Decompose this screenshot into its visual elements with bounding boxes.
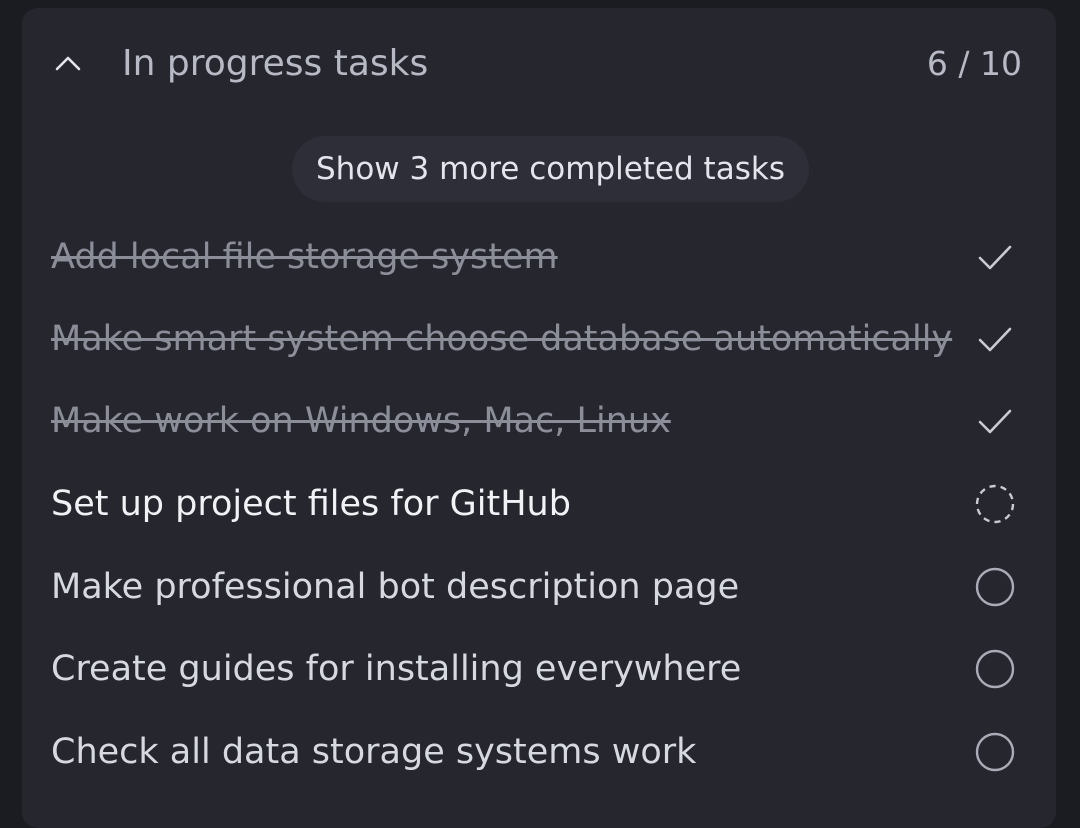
empty-circle-icon[interactable] [974, 731, 1016, 773]
empty-circle-icon[interactable] [974, 566, 1016, 608]
dashed-circle-icon[interactable] [974, 483, 1016, 525]
task-item[interactable]: Create guides for installing everywhere [22, 634, 1056, 704]
task-label: Set up project files for GitHub [51, 484, 571, 524]
task-item[interactable]: Make work on Windows, Mac, Linux [22, 386, 1056, 456]
task-item[interactable]: Make professional bot description page [22, 552, 1056, 622]
check-icon[interactable] [974, 400, 1016, 442]
task-label: Create guides for installing everywhere [51, 649, 742, 689]
task-item[interactable]: Make smart system choose database automa… [22, 304, 1056, 374]
check-icon[interactable] [974, 318, 1016, 360]
tasks-header[interactable]: In progress tasks 6 / 10 [22, 8, 1056, 120]
show-more-completed-button[interactable]: Show 3 more completed tasks [292, 136, 809, 202]
empty-circle-icon[interactable] [974, 648, 1016, 690]
task-label: Check all data storage systems work [51, 732, 697, 772]
task-label: Make professional bot description page [51, 567, 740, 607]
section-title: In progress tasks [122, 43, 429, 84]
task-item[interactable]: Check all data storage systems work [22, 717, 1056, 787]
task-label: Make work on Windows, Mac, Linux [51, 401, 671, 441]
tasks-panel: In progress tasks 6 / 10 Show 3 more com… [22, 8, 1056, 828]
task-count: 6 / 10 [926, 44, 1022, 83]
task-item[interactable]: Add local file storage system [22, 222, 1056, 292]
chevron-up-icon[interactable] [50, 46, 86, 82]
check-icon[interactable] [974, 236, 1016, 278]
task-item[interactable]: Set up project files for GitHub [22, 469, 1056, 539]
task-label: Add local file storage system [51, 237, 558, 277]
task-label: Make smart system choose database automa… [51, 319, 953, 359]
